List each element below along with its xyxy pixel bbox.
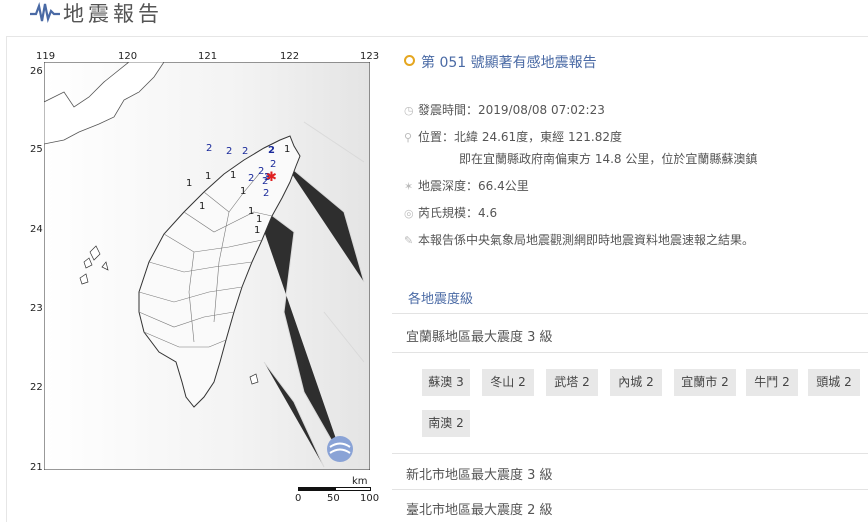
epicenter-star-icon: ✱ [266,170,277,185]
scale-label: 100 [360,493,380,504]
intensity-marker: 1 [186,178,193,189]
intensity-marker: 1 [230,170,237,181]
note-row: ✎ 本報告係中央氣象局地震觀測網即時地震資料地震速報之結果。 [404,233,755,247]
divider [392,453,868,454]
scale-bar-light [335,487,371,491]
x-tick: 121 [198,51,218,62]
intensity-marker: 1 [248,206,255,217]
intensity-marker: 1 [199,201,206,212]
x-tick: 119 [36,51,56,62]
scale-label: 50 [327,493,340,504]
map-pin-icon: ⚲ [404,131,413,144]
town-badge: 宜蘭市 2 [674,369,736,396]
clock-icon: ◷ [404,104,414,117]
divider [392,313,868,314]
bullet-icon [404,55,415,66]
location-row: ⚲ 位置：北緯 24.61度，東經 121.82度 [404,130,622,144]
x-tick: 123 [360,51,380,62]
intensity-marker: 2 [242,146,249,157]
county-new-taipei[interactable]: 新北市地區最大震度 3 級 [406,464,553,483]
intensity-marker: 1 [205,171,212,182]
county-taipei[interactable]: 臺北市地區最大震度 2 級 [406,499,553,518]
x-tick: 120 [118,51,138,62]
intensity-marker: 1 [240,186,247,197]
y-tick: 26 [30,66,43,77]
county-yilan[interactable]: 宜蘭縣地區最大震度 3 級 [406,326,553,345]
star-icon: ✶ [404,180,414,193]
y-tick: 22 [30,382,43,393]
intensity-marker: 2 [268,145,275,156]
intensity-section-title: 各地震度級 [408,292,474,307]
y-tick: 24 [30,224,43,235]
intensity-marker: 2 [206,143,213,154]
intensity-marker: 1 [284,144,291,155]
seismograph-icon [30,2,60,23]
page-header: 地震報告 [0,0,868,30]
origin-time-row: ◷ 發震時間：2019/08/08 07:02:23 [404,103,605,117]
divider [392,489,868,490]
town-badge: 南澳 2 [422,410,470,437]
pen-icon: ✎ [404,234,414,247]
y-tick: 21 [30,462,43,473]
report-title: 第 051 號顯著有感地震報告 [404,52,597,72]
town-badge: 蘇澳 3 [422,369,470,396]
depth-row: ✶ 地震深度：66.4公里 [404,179,529,193]
page-title: 地震報告 [63,2,163,26]
intensity-marker: 2 [263,188,270,199]
y-tick: 23 [30,303,43,314]
scale-unit: km [352,476,368,487]
town-badge: 內城 2 [610,369,662,396]
y-tick: 25 [30,144,43,155]
intensity-marker: 2 [226,146,233,157]
scale-label: 0 [295,493,302,504]
town-badge: 頭城 2 [808,369,860,396]
magnitude-row: ◎ 芮氏規模：4.6 [404,206,498,220]
town-badge: 武塔 2 [546,369,598,396]
scale-bar-dark [298,487,335,491]
intensity-marker: 1 [256,214,263,225]
divider [392,352,868,353]
town-badge: 冬山 2 [482,369,534,396]
x-tick: 122 [280,51,300,62]
map-canvas [44,62,370,470]
intensity-marker: 1 [254,225,261,236]
intensity-marker: 2 [270,159,277,170]
location-detail: 即在宜蘭縣政府南偏東方 14.8 公里，位於宜蘭縣蘇澳鎮 [459,152,758,166]
wave-icon: ◎ [404,207,414,220]
town-badge: 牛鬥 2 [746,369,798,396]
intensity-marker: 2 [248,173,255,184]
